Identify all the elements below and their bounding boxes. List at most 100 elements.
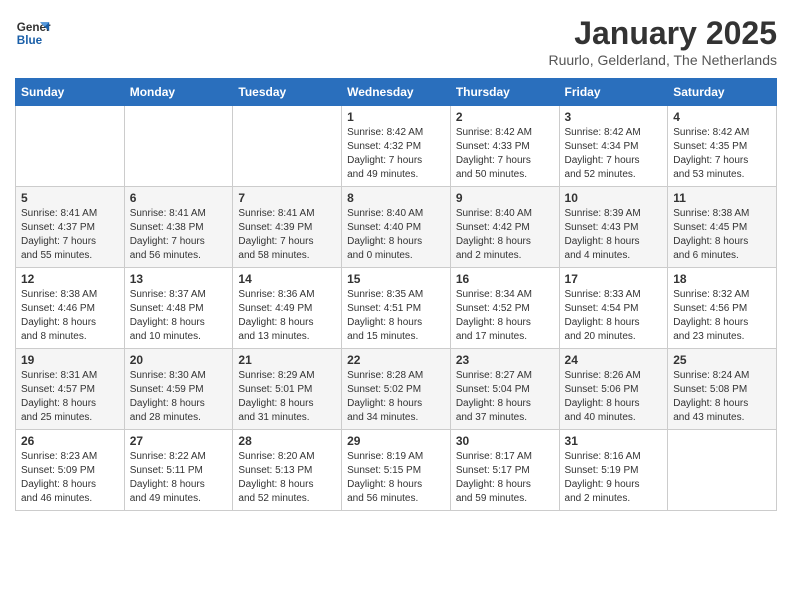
calendar-cell	[124, 106, 233, 187]
calendar-cell: 17 Sunrise: 8:33 AM Sunset: 4:54 PM Dayli…	[559, 268, 668, 349]
calendar-cell: 20Sunrise: 8:30 AM Sunset: 4:59 PM Dayli…	[124, 349, 233, 430]
calendar-cell: 16 Sunrise: 8:34 AM Sunset: 4:52 PM Dayli…	[450, 268, 559, 349]
day-info: Sunrise: 8:16 AM Sunset: 5:19 PM Dayligh…	[565, 450, 663, 506]
day-info: Sunrise: 8:34 AM Sunset: 4:52 PM Dayligh…	[456, 288, 554, 344]
day-number: 22	[347, 353, 445, 367]
day-info: Sunrise: 8:35 AM Sunset: 4:51 PM Dayligh…	[347, 288, 445, 344]
day-number: 14	[238, 272, 336, 286]
calendar-cell: 30Sunrise: 8:17 AM Sunset: 5:17 PM Dayli…	[450, 430, 559, 511]
day-info: Sunrise: 8:19 AM Sunset: 5:15 PM Dayligh…	[347, 450, 445, 506]
calendar-cell: 14 Sunrise: 8:36 AM Sunset: 4:49 PM Dayli…	[233, 268, 342, 349]
calendar-cell: 22 Sunrise: 8:28 AM Sunset: 5:02 PM Dayli…	[342, 349, 451, 430]
day-info: Sunrise: 8:41 AM Sunset: 4:39 PM Dayligh…	[238, 207, 336, 263]
calendar-title: January 2025	[548, 15, 777, 52]
day-info: Sunrise: 8:29 AM Sunset: 5:01 PM Dayligh…	[238, 369, 336, 425]
day-info: Sunrise: 8:42 AM Sunset: 4:32 PM Dayligh…	[347, 126, 445, 182]
calendar-cell: 19Sunrise: 8:31 AM Sunset: 4:57 PM Dayli…	[16, 349, 125, 430]
day-info: Sunrise: 8:42 AM Sunset: 4:33 PM Dayligh…	[456, 126, 554, 182]
day-number: 31	[565, 434, 663, 448]
day-number: 16	[456, 272, 554, 286]
day-number: 9	[456, 191, 554, 205]
calendar-cell: 26 Sunrise: 8:23 AM Sunset: 5:09 PM Dayli…	[16, 430, 125, 511]
day-number: 25	[673, 353, 771, 367]
day-info: Sunrise: 8:27 AM Sunset: 5:04 PM Dayligh…	[456, 369, 554, 425]
day-number: 7	[238, 191, 336, 205]
day-info: Sunrise: 8:24 AM Sunset: 5:08 PM Dayligh…	[673, 369, 771, 425]
calendar-cell: 9 Sunrise: 8:40 AM Sunset: 4:42 PM Daylig…	[450, 187, 559, 268]
calendar-cell: 2Sunrise: 8:42 AM Sunset: 4:33 PM Daylig…	[450, 106, 559, 187]
calendar-cell: 18 Sunrise: 8:32 AM Sunset: 4:56 PM Dayli…	[668, 268, 777, 349]
calendar-cell: 23 Sunrise: 8:27 AM Sunset: 5:04 PM Dayli…	[450, 349, 559, 430]
weekday-header: Thursday	[450, 79, 559, 106]
day-number: 28	[238, 434, 336, 448]
day-info: Sunrise: 8:42 AM Sunset: 4:35 PM Dayligh…	[673, 126, 771, 182]
day-info: Sunrise: 8:40 AM Sunset: 4:40 PM Dayligh…	[347, 207, 445, 263]
calendar-cell: 8 Sunrise: 8:40 AM Sunset: 4:40 PM Daylig…	[342, 187, 451, 268]
day-info: Sunrise: 8:31 AM Sunset: 4:57 PM Dayligh…	[21, 369, 119, 425]
calendar-week-row: 26 Sunrise: 8:23 AM Sunset: 5:09 PM Dayli…	[16, 430, 777, 511]
calendar-cell: 31 Sunrise: 8:16 AM Sunset: 5:19 PM Dayli…	[559, 430, 668, 511]
calendar-cell: 24 Sunrise: 8:26 AM Sunset: 5:06 PM Dayli…	[559, 349, 668, 430]
day-number: 26	[21, 434, 119, 448]
day-number: 13	[130, 272, 228, 286]
day-info: Sunrise: 8:28 AM Sunset: 5:02 PM Dayligh…	[347, 369, 445, 425]
day-number: 30	[456, 434, 554, 448]
calendar-cell: 11 Sunrise: 8:38 AM Sunset: 4:45 PM Dayli…	[668, 187, 777, 268]
day-number: 24	[565, 353, 663, 367]
calendar-cell: 28 Sunrise: 8:20 AM Sunset: 5:13 PM Dayli…	[233, 430, 342, 511]
svg-text:Blue: Blue	[17, 34, 43, 47]
title-block: January 2025 Ruurlo, Gelderland, The Net…	[548, 15, 777, 68]
calendar-cell: 12 Sunrise: 8:38 AM Sunset: 4:46 PM Dayli…	[16, 268, 125, 349]
weekday-header: Saturday	[668, 79, 777, 106]
day-info: Sunrise: 8:41 AM Sunset: 4:38 PM Dayligh…	[130, 207, 228, 263]
day-number: 3	[565, 110, 663, 124]
day-info: Sunrise: 8:32 AM Sunset: 4:56 PM Dayligh…	[673, 288, 771, 344]
day-info: Sunrise: 8:38 AM Sunset: 4:45 PM Dayligh…	[673, 207, 771, 263]
day-info: Sunrise: 8:23 AM Sunset: 5:09 PM Dayligh…	[21, 450, 119, 506]
calendar-cell: 5Sunrise: 8:41 AM Sunset: 4:37 PM Daylig…	[16, 187, 125, 268]
day-number: 27	[130, 434, 228, 448]
calendar-cell: 6Sunrise: 8:41 AM Sunset: 4:38 PM Daylig…	[124, 187, 233, 268]
calendar-cell: 13Sunrise: 8:37 AM Sunset: 4:48 PM Dayli…	[124, 268, 233, 349]
calendar-cell: 25 Sunrise: 8:24 AM Sunset: 5:08 PM Dayli…	[668, 349, 777, 430]
day-info: Sunrise: 8:36 AM Sunset: 4:49 PM Dayligh…	[238, 288, 336, 344]
logo: General Blue	[15, 15, 51, 51]
day-number: 15	[347, 272, 445, 286]
day-number: 21	[238, 353, 336, 367]
day-info: Sunrise: 8:41 AM Sunset: 4:37 PM Dayligh…	[21, 207, 119, 263]
calendar-cell: 10Sunrise: 8:39 AM Sunset: 4:43 PM Dayli…	[559, 187, 668, 268]
day-info: Sunrise: 8:40 AM Sunset: 4:42 PM Dayligh…	[456, 207, 554, 263]
day-number: 20	[130, 353, 228, 367]
day-number: 29	[347, 434, 445, 448]
day-info: Sunrise: 8:33 AM Sunset: 4:54 PM Dayligh…	[565, 288, 663, 344]
calendar-cell: 21 Sunrise: 8:29 AM Sunset: 5:01 PM Dayli…	[233, 349, 342, 430]
day-number: 23	[456, 353, 554, 367]
day-number: 18	[673, 272, 771, 286]
weekday-header-row: SundayMondayTuesdayWednesdayThursdayFrid…	[16, 79, 777, 106]
calendar-table: SundayMondayTuesdayWednesdayThursdayFrid…	[15, 78, 777, 511]
weekday-header: Friday	[559, 79, 668, 106]
calendar-cell: 7 Sunrise: 8:41 AM Sunset: 4:39 PM Daylig…	[233, 187, 342, 268]
day-number: 12	[21, 272, 119, 286]
calendar-cell	[668, 430, 777, 511]
day-number: 10	[565, 191, 663, 205]
calendar-cell: 4Sunrise: 8:42 AM Sunset: 4:35 PM Daylig…	[668, 106, 777, 187]
day-number: 17	[565, 272, 663, 286]
day-info: Sunrise: 8:38 AM Sunset: 4:46 PM Dayligh…	[21, 288, 119, 344]
calendar-week-row: 12 Sunrise: 8:38 AM Sunset: 4:46 PM Dayli…	[16, 268, 777, 349]
day-info: Sunrise: 8:20 AM Sunset: 5:13 PM Dayligh…	[238, 450, 336, 506]
page-header: General Blue January 2025 Ruurlo, Gelder…	[15, 15, 777, 68]
calendar-cell: 1 Sunrise: 8:42 AM Sunset: 4:32 PM Daylig…	[342, 106, 451, 187]
calendar-cell: 3 Sunrise: 8:42 AM Sunset: 4:34 PM Daylig…	[559, 106, 668, 187]
weekday-header: Tuesday	[233, 79, 342, 106]
calendar-week-row: 5Sunrise: 8:41 AM Sunset: 4:37 PM Daylig…	[16, 187, 777, 268]
weekday-header: Sunday	[16, 79, 125, 106]
calendar-week-row: 19Sunrise: 8:31 AM Sunset: 4:57 PM Dayli…	[16, 349, 777, 430]
day-number: 11	[673, 191, 771, 205]
day-number: 8	[347, 191, 445, 205]
calendar-week-row: 1 Sunrise: 8:42 AM Sunset: 4:32 PM Daylig…	[16, 106, 777, 187]
day-info: Sunrise: 8:26 AM Sunset: 5:06 PM Dayligh…	[565, 369, 663, 425]
day-info: Sunrise: 8:42 AM Sunset: 4:34 PM Dayligh…	[565, 126, 663, 182]
day-number: 1	[347, 110, 445, 124]
calendar-cell: 29 Sunrise: 8:19 AM Sunset: 5:15 PM Dayli…	[342, 430, 451, 511]
